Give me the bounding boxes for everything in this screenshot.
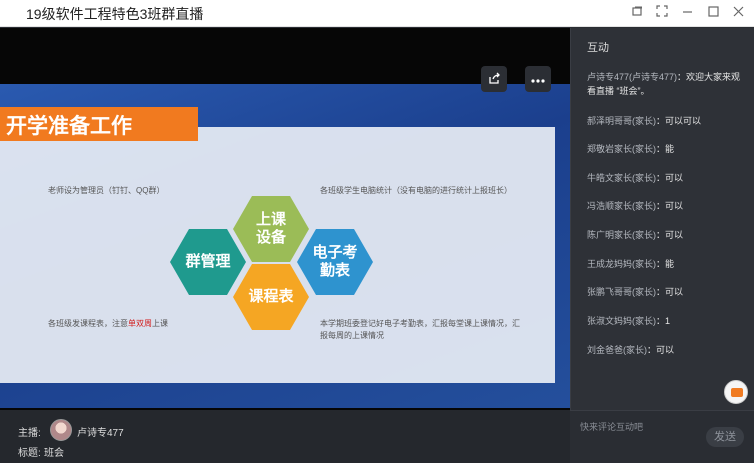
- more-icon[interactable]: [525, 66, 551, 92]
- restore-window-icon[interactable]: [628, 4, 646, 22]
- chat-message: 陈广明家长(家长)：可以: [587, 230, 684, 240]
- slide-title: 开学准备工作: [6, 115, 132, 138]
- window-title: 19级软件工程特色3班群直播: [26, 6, 204, 22]
- note-top-right: 各班级学生电脑统计（没有电脑的进行统计上报班长）: [320, 186, 512, 195]
- chat-message: 张鹏飞哥哥(家长)：可以: [587, 287, 684, 297]
- note-bottom-left: 各班级发课程表，注意单双周上课: [48, 319, 168, 328]
- chat-message: 刘金爸爸(家长)：可以: [587, 345, 675, 355]
- chat-message: 郑敬岩家长(家长)：能: [587, 144, 675, 154]
- presentation-slide: 开学准备工作 老师设为管理员（钉钉、QQ群） 各班级学生电脑统计（没有电脑的进行…: [0, 84, 570, 408]
- host-name: 卢诗专477: [77, 428, 124, 439]
- note-top-left: 老师设为管理员（钉钉、QQ群）: [48, 186, 165, 195]
- topic-value: 班会: [44, 448, 64, 459]
- chat-message: 冯浩顺家长(家长)：可以: [587, 201, 684, 211]
- slide-title-bar: 开学准备工作: [0, 107, 198, 141]
- chat-message: 卢诗专477(卢诗专477)：欢迎大家来观看直播 “班会”。: [587, 72, 741, 96]
- chat-message: 张淑文妈妈(家长)：1: [587, 316, 671, 326]
- maximize-icon[interactable]: [704, 4, 722, 22]
- interaction-panel: 互动 卢诗专477(卢诗专477)：欢迎大家来观看直播 “班会”。 郝泽明哥哥(…: [570, 28, 754, 410]
- panel-title: 互动: [587, 42, 609, 54]
- share-icon[interactable]: [481, 66, 507, 92]
- minimize-icon[interactable]: [678, 4, 696, 22]
- send-button[interactable]: 发送: [706, 427, 744, 447]
- chat-message: 郝泽明哥哥(家长)：可以可以: [587, 116, 702, 126]
- host-avatar[interactable]: [50, 419, 72, 441]
- host-label: 主播:: [18, 428, 41, 439]
- fullscreen-icon[interactable]: [653, 4, 671, 22]
- live-gift-icon[interactable]: [724, 380, 748, 404]
- close-icon[interactable]: [729, 4, 747, 22]
- topic-label: 标题:: [18, 448, 41, 459]
- title-bar: 19级软件工程特色3班群直播: [0, 0, 754, 27]
- video-player[interactable]: 开学准备工作 老师设为管理员（钉钉、QQ群） 各班级学生电脑统计（没有电脑的进行…: [0, 28, 570, 410]
- chat-message: 王成龙妈妈(家长)：能: [587, 259, 675, 269]
- chat-message: 牛皓文家长(家长)：可以: [587, 173, 684, 183]
- note-bottom-right: 本学期班委登记好电子考勤表，汇报每堂课上课情况，汇报每周的上课情况: [320, 319, 520, 340]
- note-highlight: 单双周: [128, 319, 152, 328]
- comment-input[interactable]: 快来评论互动吧: [580, 420, 643, 433]
- stream-info: 主播: 卢诗专477 标题: 班会: [0, 410, 570, 463]
